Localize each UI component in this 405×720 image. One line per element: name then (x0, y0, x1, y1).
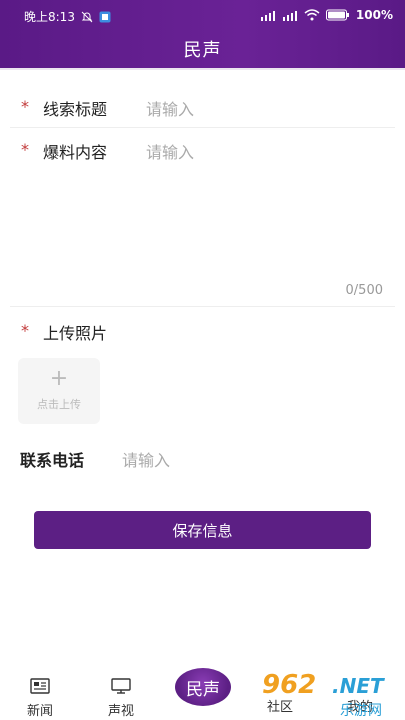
page-title: 民声 (183, 40, 222, 61)
watermark-net: .NET (332, 674, 384, 698)
upload-row: * 上传照片 (0, 318, 405, 348)
phone-label: 联系电话 (20, 451, 85, 470)
tv-icon (91, 678, 151, 698)
required-mark: * (21, 321, 29, 340)
required-mark: * (21, 140, 29, 159)
divider (10, 306, 395, 307)
phone-row: 联系电话 请输入 (0, 445, 405, 475)
upload-label: 上传照片 (43, 324, 108, 343)
battery-icon (325, 9, 350, 21)
tab-news[interactable]: 新闻 (10, 678, 70, 719)
watermark-text: 乐游网 (340, 703, 382, 719)
signal-2-icon (282, 10, 298, 21)
app-notification-icon (99, 11, 111, 23)
news-icon (10, 678, 70, 698)
app-header: 晚上8:13 100% 民声 (0, 0, 405, 68)
upload-photo-button[interactable]: + 点击上传 (18, 358, 100, 424)
content-label: 爆料内容 (43, 143, 108, 162)
content-row: * 爆料内容 请输入 (0, 137, 405, 167)
signal-icon (260, 10, 276, 21)
clue-title-label: 线索标题 (43, 100, 108, 119)
status-time: 晚上8:13 (24, 10, 75, 24)
clue-title-row: * 线索标题 请输入 (0, 94, 405, 124)
watermark-logo: 962 .NET 乐游网 (262, 670, 405, 720)
divider (10, 127, 395, 128)
required-mark: * (21, 97, 29, 116)
tab-video[interactable]: 声视 (91, 678, 151, 719)
save-button[interactable]: 保存信息 (34, 511, 371, 549)
plus-icon: + (49, 366, 69, 391)
char-counter: 0/500 (345, 283, 383, 298)
mute-bell-icon (81, 11, 93, 23)
status-bar: 晚上8:13 100% (0, 0, 405, 32)
watermark-number: 962 (262, 670, 317, 700)
wifi-icon (304, 9, 320, 21)
center-logo-button[interactable]: 民声 (175, 668, 231, 706)
phone-input[interactable]: 请输入 (122, 447, 170, 471)
tab-video-label: 声视 (107, 704, 134, 719)
tab-news-label: 新闻 (26, 704, 53, 719)
content-textarea[interactable]: 请输入 (146, 139, 194, 163)
upload-button-label: 点击上传 (37, 398, 81, 411)
clue-title-input[interactable]: 请输入 (146, 96, 194, 120)
header-divider (0, 68, 405, 70)
battery-percent: 100% (355, 8, 393, 22)
